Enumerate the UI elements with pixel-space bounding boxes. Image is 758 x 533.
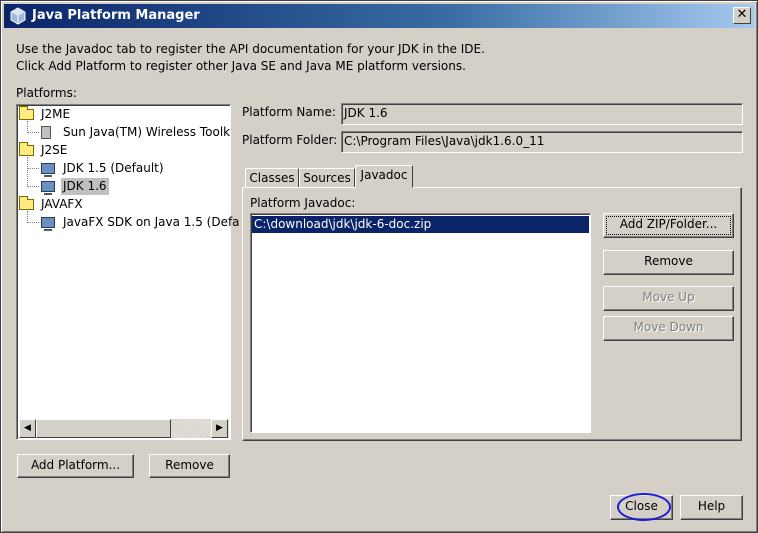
platform-name-label: Platform Name: bbox=[242, 105, 336, 119]
tree-node-label: J2SE bbox=[41, 143, 68, 157]
move-down-button[interactable]: Move Down bbox=[603, 316, 734, 341]
window-title: Java Platform Manager bbox=[32, 8, 200, 23]
intro-line-1: Use the Javadoc tab to register the API … bbox=[16, 42, 485, 56]
intro-text: Use the Javadoc tab to register the API … bbox=[16, 41, 485, 75]
tab-sources[interactable]: Sources bbox=[299, 168, 355, 188]
platform-javadoc-label: Platform Javadoc: bbox=[250, 196, 356, 210]
add-platform-button[interactable]: Add Platform... bbox=[17, 454, 134, 478]
tab-javadoc[interactable]: Javadoc bbox=[355, 165, 413, 188]
platforms-tree[interactable]: J2ME Sun Java(TM) Wireless Toolk J2SE JD… bbox=[16, 104, 240, 440]
java-platform-manager-dialog: Java Platform Manager ✕ Use the Javadoc … bbox=[0, 0, 758, 533]
tree-node-label: JDK 1.5 (Default) bbox=[63, 161, 164, 175]
tree-node-label: J2ME bbox=[41, 107, 71, 121]
platform-folder-label: Platform Folder: bbox=[242, 133, 338, 147]
move-up-button[interactable]: Move Up bbox=[603, 286, 734, 311]
tab-classes[interactable]: Classes bbox=[245, 168, 299, 188]
platform-folder-field[interactable]: C:\Program Files\Java\jdk1.6.0_11 bbox=[341, 131, 743, 153]
tree-node-label-selected: JDK 1.6 bbox=[61, 178, 109, 195]
arrow-right-icon: ▶ bbox=[216, 423, 223, 433]
javadoc-tab-panel: Platform Javadoc: C:\download\jdk\jdk-6-… bbox=[242, 187, 742, 441]
remove-platform-button[interactable]: Remove bbox=[149, 454, 230, 478]
intro-line-2: Click Add Platform to register other Jav… bbox=[16, 59, 466, 73]
folder-icon bbox=[19, 196, 34, 210]
annotation-ellipse bbox=[617, 493, 671, 521]
phone-icon bbox=[41, 126, 51, 139]
tree-horizontal-scrollbar[interactable]: ◀ ▶ bbox=[19, 419, 229, 438]
java-cup-icon bbox=[10, 7, 26, 25]
add-zip-folder-button[interactable]: Add ZIP/Folder... bbox=[603, 213, 734, 238]
scroll-right-button[interactable]: ▶ bbox=[211, 419, 228, 438]
tree-connector bbox=[27, 157, 28, 187]
tree-connector bbox=[27, 168, 39, 169]
folder-icon bbox=[19, 142, 34, 156]
help-button[interactable]: Help bbox=[680, 495, 743, 520]
arrow-left-icon: ◀ bbox=[24, 423, 31, 433]
tree-connector bbox=[27, 132, 39, 133]
platform-icon bbox=[41, 181, 55, 195]
tree-node-label: JAVAFX bbox=[41, 197, 83, 211]
close-icon[interactable]: ✕ bbox=[737, 7, 748, 22]
platform-icon bbox=[41, 163, 55, 177]
remove-javadoc-button[interactable]: Remove bbox=[603, 250, 734, 275]
title-bar: Java Platform Manager ✕ bbox=[4, 4, 754, 28]
tree-node-label: JavaFX SDK on Java 1.5 (Defa bbox=[63, 215, 240, 229]
folder-icon bbox=[19, 106, 34, 120]
tree-node-label: Sun Java(TM) Wireless Toolk bbox=[63, 125, 231, 139]
window-close-button[interactable]: ✕ bbox=[733, 7, 751, 24]
javadoc-list[interactable]: C:\download\jdk\jdk-6-doc.zip bbox=[250, 213, 591, 433]
javadoc-list-item[interactable]: C:\download\jdk\jdk-6-doc.zip bbox=[252, 216, 589, 233]
tree-connector bbox=[27, 222, 39, 223]
tree-connector bbox=[27, 186, 39, 187]
scrollbar-thumb[interactable] bbox=[36, 419, 171, 438]
platform-name-field[interactable]: JDK 1.6 bbox=[341, 103, 743, 125]
scroll-left-button[interactable]: ◀ bbox=[19, 419, 36, 438]
platforms-label: Platforms: bbox=[16, 86, 77, 100]
platform-icon bbox=[41, 217, 55, 231]
